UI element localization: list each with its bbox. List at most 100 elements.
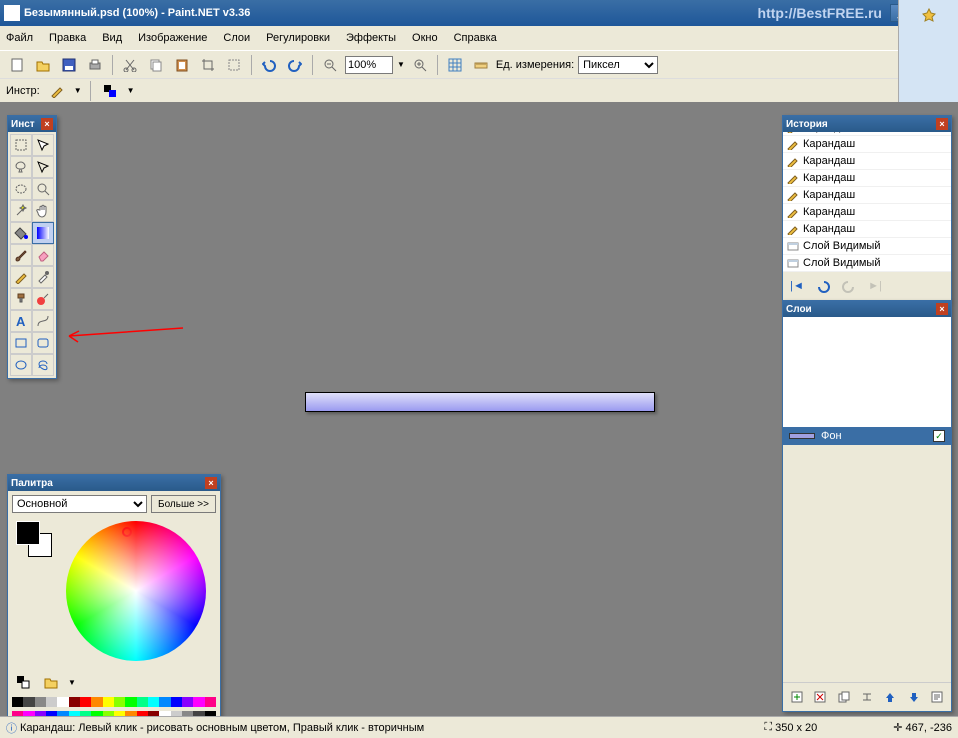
save-button[interactable] (58, 54, 80, 76)
tools-window: Инст× A (7, 115, 57, 379)
zoom-dropdown-icon[interactable]: ▼ (397, 60, 405, 69)
tool-ellipse-select[interactable] (10, 178, 32, 200)
undo-button[interactable] (258, 54, 280, 76)
tool-magic-wand[interactable] (10, 200, 32, 222)
layer-merge-button[interactable] (856, 686, 877, 708)
tool-move[interactable] (32, 156, 54, 178)
history-close-button[interactable]: × (936, 118, 948, 130)
tool-move-selection[interactable] (32, 134, 54, 156)
foreground-color[interactable] (16, 521, 40, 545)
layer-down-button[interactable] (903, 686, 924, 708)
history-list[interactable]: КарандашКарандашКарандашКарандашКарандаш… (783, 132, 951, 272)
history-item-icon (787, 155, 799, 167)
palette-mode-select[interactable]: Основной (12, 495, 147, 513)
canvas[interactable] (305, 392, 655, 412)
history-redo-button[interactable] (838, 275, 860, 297)
history-undo-button[interactable] (812, 275, 834, 297)
palette-swap-icon[interactable] (12, 671, 34, 693)
layer-new-button[interactable] (786, 686, 807, 708)
menu-view[interactable]: Вид (102, 32, 122, 44)
menu-adjustments[interactable]: Регулировки (266, 32, 330, 44)
layers-close-button[interactable]: × (936, 303, 948, 315)
units-select[interactable]: Пиксел (578, 56, 658, 74)
palette-add-icon[interactable] (40, 671, 62, 693)
zoom-out-button[interactable] (319, 54, 341, 76)
print-button[interactable] (84, 54, 106, 76)
history-item[interactable]: Слой Видимый (783, 238, 951, 255)
menu-image[interactable]: Изображение (138, 32, 207, 44)
tool-paint-bucket[interactable] (10, 222, 32, 244)
color-swap-button[interactable] (99, 80, 121, 102)
redo-button[interactable] (284, 54, 306, 76)
tool-dropdown-icon[interactable]: ▼ (74, 86, 82, 95)
tool-color-picker[interactable] (32, 266, 54, 288)
tool-brush[interactable] (10, 244, 32, 266)
menu-edit[interactable]: Правка (49, 32, 86, 44)
current-tool-icon[interactable] (46, 80, 68, 102)
palette-more-button[interactable]: Больше >> (151, 495, 216, 513)
tool-rect-select[interactable] (10, 134, 32, 156)
layer-up-button[interactable] (880, 686, 901, 708)
menu-help[interactable]: Справка (454, 32, 497, 44)
layer-delete-button[interactable] (809, 686, 830, 708)
tool-zoom[interactable] (32, 178, 54, 200)
copy-button[interactable] (145, 54, 167, 76)
tools-close-button[interactable]: × (41, 118, 53, 130)
grid-button[interactable] (444, 54, 466, 76)
history-last-button[interactable]: ►| (864, 275, 886, 297)
palette-close-button[interactable]: × (205, 477, 217, 489)
layer-item-background[interactable]: Фон ✓ (783, 427, 951, 445)
paste-button[interactable] (171, 54, 193, 76)
history-item[interactable]: Слой Видимый (783, 255, 951, 272)
open-file-button[interactable] (32, 54, 54, 76)
history-first-button[interactable]: |◄ (786, 275, 808, 297)
crop-button[interactable] (197, 54, 219, 76)
history-item-icon (787, 172, 799, 184)
aux-toolbar (898, 0, 958, 102)
layer-properties-button[interactable] (927, 686, 948, 708)
tool-ellipse[interactable] (10, 354, 32, 376)
tool-pencil[interactable] (10, 266, 32, 288)
history-item[interactable]: Карандаш (783, 153, 951, 170)
history-item[interactable]: Карандаш (783, 221, 951, 238)
tool-pan[interactable] (32, 200, 54, 222)
color-wheel[interactable] (66, 521, 206, 661)
tool-options-bar: Инстр: ▼ ▼ (0, 78, 958, 102)
tool-text[interactable]: A (10, 310, 32, 332)
tool-clone-stamp[interactable] (10, 288, 32, 310)
main-toolbar: ▼ Ед. измерения: Пиксел (0, 50, 958, 78)
layer-duplicate-button[interactable] (833, 686, 854, 708)
tool-rectangle[interactable] (10, 332, 32, 354)
layer-visible-checkbox[interactable]: ✓ (933, 430, 945, 442)
ruler-button[interactable] (470, 54, 492, 76)
swatch-strip-1[interactable] (12, 697, 216, 707)
aux-star-icon[interactable] (918, 4, 940, 26)
tool-recolor[interactable] (32, 288, 54, 310)
tool-gradient[interactable] (32, 222, 54, 244)
history-item[interactable]: Карандаш (783, 136, 951, 153)
cursor-icon: ✛ (893, 721, 902, 734)
tool-lasso[interactable] (10, 156, 32, 178)
tool-eraser[interactable] (32, 244, 54, 266)
color-wheel-picker[interactable] (122, 527, 132, 537)
history-item[interactable]: Карандаш (783, 204, 951, 221)
color-dropdown-icon[interactable]: ▼ (127, 86, 135, 95)
history-item[interactable]: Карандаш (783, 170, 951, 187)
menu-window[interactable]: Окно (412, 32, 438, 44)
annotation-arrow-1 (65, 326, 185, 346)
tool-rounded-rect[interactable] (32, 332, 54, 354)
tool-freeform[interactable] (32, 354, 54, 376)
history-item[interactable]: Карандаш (783, 187, 951, 204)
color-swatches[interactable] (16, 521, 52, 557)
menu-layers[interactable]: Слои (223, 32, 250, 44)
tool-line[interactable] (32, 310, 54, 332)
watermark-url: http://BestFREE.ru (758, 5, 882, 21)
cut-button[interactable] (119, 54, 141, 76)
palette-dropdown-icon[interactable]: ▼ (68, 678, 76, 687)
new-file-button[interactable] (6, 54, 28, 76)
menu-file[interactable]: Файл (6, 32, 33, 44)
deselect-button[interactable] (223, 54, 245, 76)
zoom-in-button[interactable] (409, 54, 431, 76)
zoom-input[interactable] (345, 56, 393, 74)
menu-effects[interactable]: Эффекты (346, 32, 396, 44)
